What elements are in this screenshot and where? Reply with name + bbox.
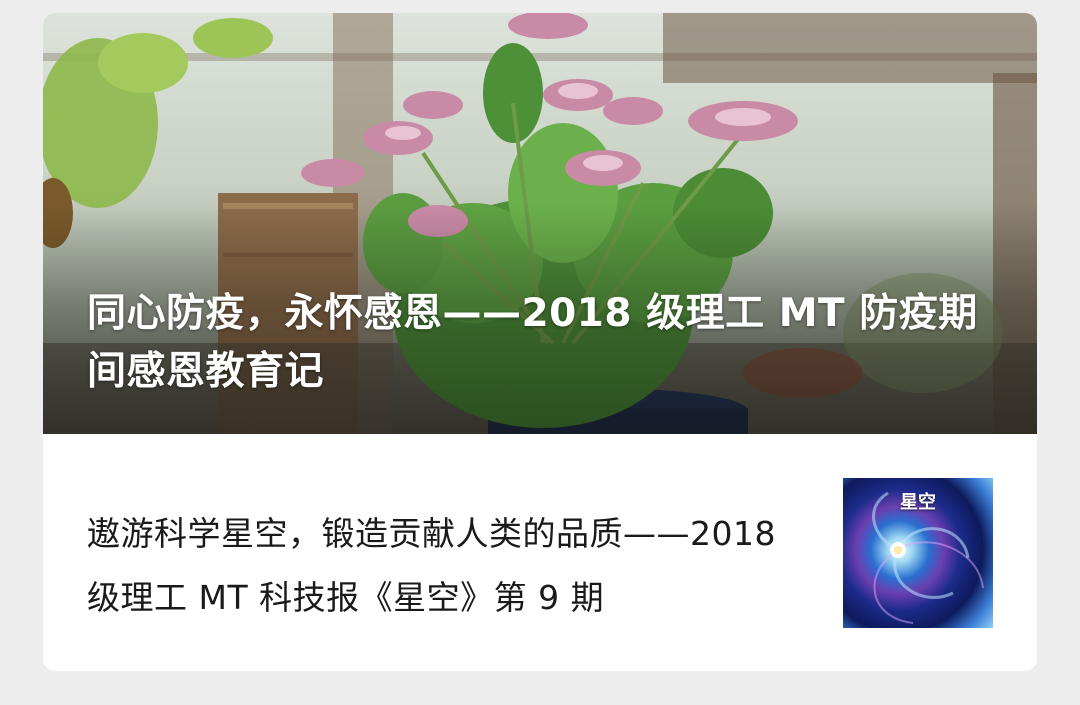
thumbnail-caption: 星空 (900, 492, 936, 513)
featured-article-title: 同心防疫，永怀感恩——2018 级理工 MT 防疫期间感恩教育记 (87, 291, 978, 394)
article-title: 遨游科学星空，锻造贡献人类的品质——2018 级理工 MT 科技报《星空》第 9… (87, 514, 776, 617)
article-card: 同心防疫，永怀感恩——2018 级理工 MT 防疫期间感恩教育记 遨游科学星空，… (43, 13, 1037, 671)
featured-article[interactable]: 同心防疫，永怀感恩——2018 级理工 MT 防疫期间感恩教育记 (43, 13, 1037, 434)
article-thumbnail: 星空 (843, 478, 993, 628)
article-list-item[interactable]: 遨游科学星空，锻造贡献人类的品质——2018 级理工 MT 科技报《星空》第 9… (43, 434, 1037, 671)
